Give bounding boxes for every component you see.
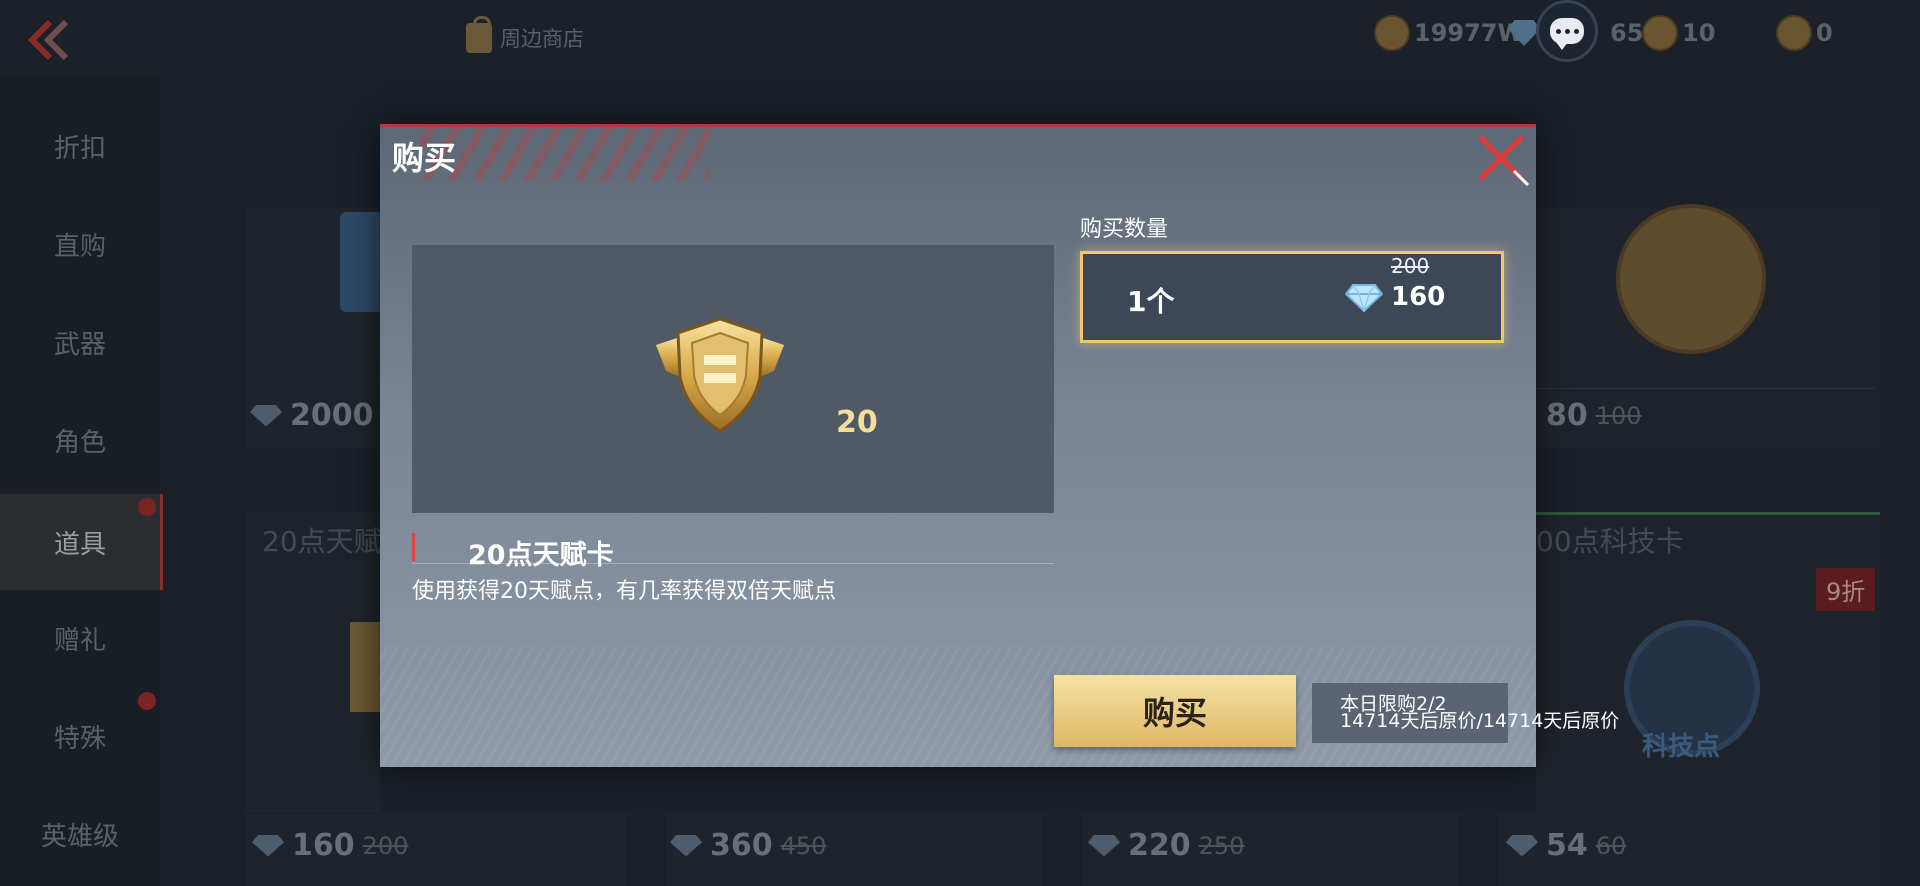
item-preview-panel: 20 bbox=[412, 245, 1054, 513]
sidebar-item-label: 特殊 bbox=[53, 723, 106, 754]
name-accent-mark bbox=[412, 533, 415, 561]
sidebar-item-label: 武器 bbox=[53, 329, 106, 360]
sidebar-item-weapons[interactable]: 武器 bbox=[0, 294, 160, 390]
diamond-icon bbox=[250, 404, 282, 427]
token-coin-icon bbox=[1776, 15, 1812, 51]
quantity-value: 1个 bbox=[1127, 285, 1175, 318]
price-value: 54 bbox=[1546, 828, 1588, 863]
card-price-bottom-2: 360 450 bbox=[670, 828, 826, 863]
sidebar-item-label: 道具 bbox=[53, 529, 106, 560]
item-name: 20点天赋卡 bbox=[468, 540, 614, 571]
item-can-icon bbox=[340, 212, 384, 312]
price-value: 360 bbox=[710, 828, 773, 863]
token-amount: 0 bbox=[1816, 19, 1833, 47]
back-arrow-icon[interactable] bbox=[26, 18, 74, 62]
diamond-icon bbox=[1088, 834, 1120, 857]
chat-button[interactable] bbox=[1536, 0, 1598, 62]
sidebar-item-hero[interactable]: 英雄级 bbox=[0, 786, 160, 882]
notification-dot-icon bbox=[138, 498, 156, 516]
sidebar-item-special[interactable]: 特殊 bbox=[0, 688, 160, 784]
merch-shop-link[interactable]: 周边商店 bbox=[466, 16, 584, 56]
diamond-icon bbox=[670, 834, 702, 857]
card-price-top-right: 80 100 bbox=[1546, 398, 1642, 433]
price-value: 220 bbox=[1128, 828, 1191, 863]
price-old: 100 bbox=[1595, 401, 1642, 430]
buy-button[interactable]: 购买 bbox=[1054, 675, 1296, 747]
price-old: 60 bbox=[1595, 831, 1627, 860]
medal-amount: 10 bbox=[1682, 19, 1716, 47]
sidebar-item-label: 角色 bbox=[53, 427, 106, 458]
talent-shield-icon bbox=[656, 317, 784, 433]
diamond-icon bbox=[1345, 284, 1383, 312]
diamond-icon bbox=[1506, 834, 1538, 857]
discount-badge: 9折 bbox=[1816, 568, 1876, 611]
card-price-top-left: 2000 bbox=[250, 398, 374, 433]
price-value: 80 bbox=[1546, 398, 1588, 433]
header-stripes bbox=[420, 127, 710, 181]
sidebar-item-gifts[interactable]: 赠礼 bbox=[0, 590, 160, 686]
sidebar-item-label: 赠礼 bbox=[53, 625, 106, 656]
sidebar-item-characters[interactable]: 角色 bbox=[0, 392, 160, 488]
sale-price: 160 bbox=[1391, 282, 1446, 312]
sidebar-item-label: 英雄级 bbox=[40, 821, 119, 852]
card-price-bottom-1: 160 200 bbox=[252, 828, 408, 863]
original-price: 200 bbox=[1391, 254, 1430, 278]
price-old: 250 bbox=[1198, 831, 1245, 860]
sidebar-item-label: 折扣 bbox=[53, 133, 106, 164]
price-old: 200 bbox=[362, 831, 409, 860]
purchase-dialog: 购买 20 20点天赋卡 使用获得20天赋点，有几率获得双倍天赋点 购买数量 1… bbox=[380, 124, 1536, 767]
card-title-mid-left: 20点天赋 bbox=[262, 525, 382, 558]
merch-shop-label: 周边商店 bbox=[500, 27, 584, 51]
chat-bubble-icon bbox=[1550, 18, 1584, 50]
sidebar-item-items[interactable]: 道具 bbox=[0, 494, 163, 590]
price-old: 450 bbox=[780, 831, 827, 860]
dialog-title: 购买 bbox=[392, 139, 457, 177]
price-value: 2000 bbox=[290, 398, 374, 433]
price-restore-text: 14714天后原价/14714天后原价 bbox=[1340, 710, 1620, 732]
card-divider bbox=[1536, 388, 1876, 389]
card-price-bottom-4: 54 60 bbox=[1506, 828, 1626, 863]
quantity-label: 购买数量 bbox=[1080, 217, 1169, 242]
talent-badge-icon bbox=[350, 622, 380, 712]
currency-medal: 10 bbox=[1642, 14, 1715, 52]
item-description: 使用获得20天赋点，有几率获得双倍天赋点 bbox=[412, 579, 836, 604]
sidebar-item-direct-buy[interactable]: 直购 bbox=[0, 196, 160, 292]
medal-coin-icon bbox=[1642, 15, 1678, 51]
card-title-mid-right: 00点科技卡 bbox=[1536, 525, 1684, 558]
quantity-option[interactable]: 1个 200 160 bbox=[1080, 251, 1504, 343]
card-price-bottom-3: 220 250 bbox=[1088, 828, 1244, 863]
price-value: 160 bbox=[292, 828, 355, 863]
sidebar-item-discount[interactable]: 折扣 bbox=[0, 98, 160, 194]
currency-token: 0 bbox=[1776, 14, 1833, 52]
item-name-bar: 20点天赋卡 bbox=[412, 533, 1054, 571]
weapon-medal-icon bbox=[1616, 204, 1766, 354]
item-count: 20 bbox=[836, 405, 878, 440]
currency-gold: 19977W bbox=[1374, 14, 1524, 52]
notification-dot-icon bbox=[138, 692, 156, 710]
shopping-bag-icon bbox=[466, 16, 492, 53]
close-icon[interactable] bbox=[1474, 131, 1530, 187]
sidebar-item-label: 直购 bbox=[53, 231, 106, 262]
diamond-icon bbox=[252, 834, 284, 857]
gold-coin-icon bbox=[1374, 15, 1410, 51]
tech-point-label: 科技点 bbox=[1642, 732, 1721, 762]
